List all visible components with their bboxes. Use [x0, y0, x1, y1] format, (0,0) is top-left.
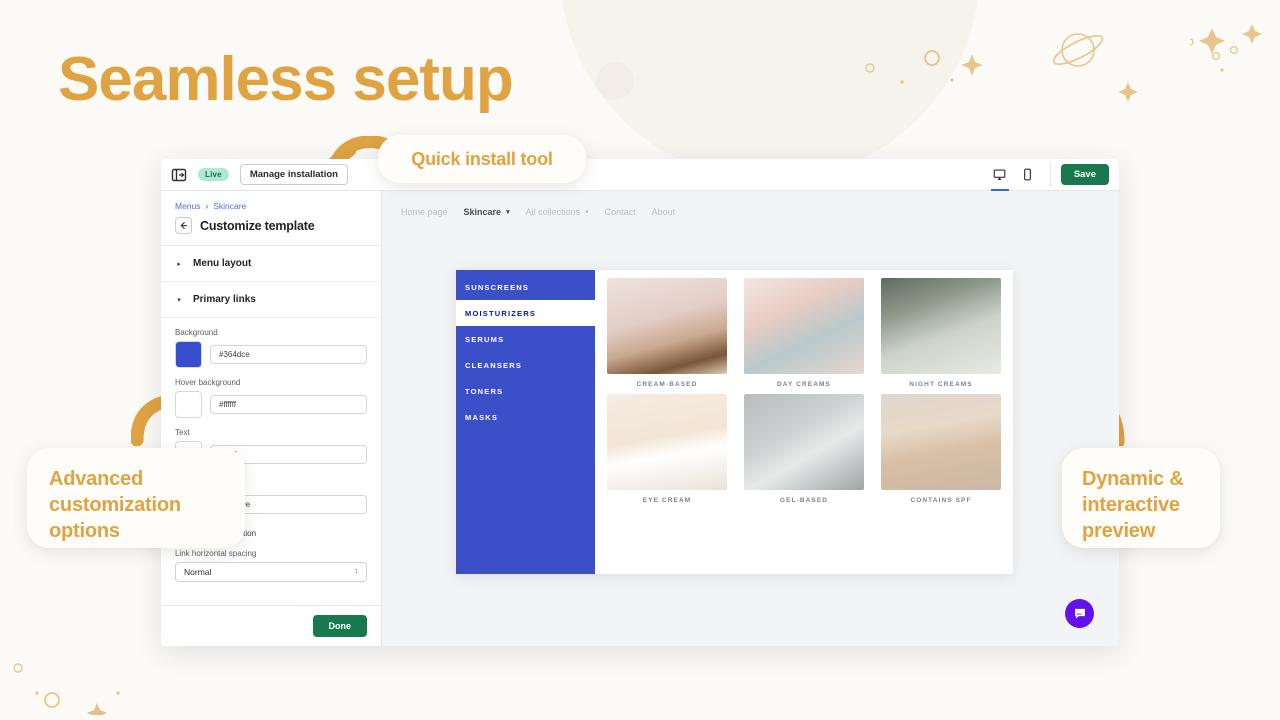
product-tile[interactable]: CONTAINS SPF — [881, 394, 1001, 504]
chevron-down-icon: ▾ — [177, 296, 181, 304]
product-tile[interactable]: GEL-BASED — [744, 394, 864, 504]
preview-nav-contact[interactable]: Contact — [605, 207, 636, 217]
section-primary-links[interactable]: ▾ Primary links — [161, 282, 381, 318]
star-decoration-bottom-left — [8, 655, 128, 715]
save-button[interactable]: Save — [1060, 164, 1109, 185]
config-panel: Menus › Skincare Customize template ▸ Me… — [161, 191, 382, 646]
star-decoration-group — [860, 40, 1160, 120]
callout-dynamic-preview: Dynamic & interactive preview — [1062, 448, 1220, 548]
breadcrumb-separator-icon: › — [205, 201, 209, 211]
section-menu-layout[interactable]: ▸ Menu layout — [161, 246, 381, 282]
hex-input-hover-background[interactable]: #ffffff — [210, 395, 367, 414]
product-label: NIGHT CREAMS — [909, 381, 973, 388]
status-badge-live: Live — [198, 168, 229, 181]
mega-menu-sidebar: SUNSCREENS MOISTURIZERS SERUMS CLEANSERS… — [456, 270, 595, 574]
product-label: GEL-BASED — [779, 497, 829, 504]
manage-installation-button[interactable]: Manage installation — [239, 164, 348, 185]
menu-item-masks[interactable]: MASKS — [456, 404, 595, 430]
preview-nav-home-page-label: Home page — [401, 207, 448, 217]
section-menu-layout-label: Menu layout — [193, 258, 252, 269]
hex-input-background[interactable]: #364dce — [210, 345, 367, 364]
page-root: Seamless setup Live Manage installation … — [0, 0, 1280, 720]
arrow-left-icon[interactable] — [175, 217, 192, 234]
preview-nav-home-page[interactable]: Home page — [401, 207, 448, 217]
product-thumbnail — [744, 394, 864, 490]
preview-nav-skincare[interactable]: Skincare ▾ — [464, 207, 510, 217]
planet-decoration — [1040, 22, 1120, 82]
mega-menu-grid: CREAM-BASED DAY CREAMS NIGHT CREAMS EYE … — [595, 270, 1013, 574]
panel-title: Customize template — [200, 218, 315, 233]
product-label: EYE CREAM — [642, 497, 692, 504]
chat-bubble-icon[interactable] — [1065, 599, 1094, 628]
app-topbar: Live Manage installation Save — [161, 159, 1119, 191]
panel-footer: Done — [161, 605, 381, 646]
panel-header: Customize template — [161, 213, 381, 246]
product-label: CONTAINS SPF — [910, 497, 972, 504]
callout-quick-install: Quick install tool — [378, 135, 586, 183]
preview-nav-about-label: About — [651, 207, 676, 217]
callout-advanced-customization: Advanced customization options — [27, 448, 245, 548]
breadcrumb-root[interactable]: Menus — [175, 201, 201, 211]
mobile-icon[interactable] — [1016, 163, 1040, 187]
field-link-spacing: Link horizontal spacing Normal ↕ — [175, 549, 367, 582]
product-tile[interactable]: EYE CREAM — [607, 394, 727, 504]
preview-nav-about[interactable]: About — [652, 207, 676, 217]
product-thumbnail — [744, 278, 864, 374]
product-thumbnail — [881, 394, 1001, 490]
product-tile[interactable]: DAY CREAMS — [744, 278, 864, 388]
preview-nav-skincare-label: Skincare — [463, 207, 502, 217]
field-hover-background: Hover background #ffffff — [175, 378, 367, 418]
product-thumbnail — [607, 278, 727, 374]
breadcrumb: Menus › Skincare — [161, 191, 381, 213]
preview-nav-contact-label: Contact — [604, 207, 636, 217]
product-thumbnail — [607, 394, 727, 490]
field-background-label: Background — [175, 328, 218, 337]
preview-nav-all-collections[interactable]: All collections ▾ — [526, 207, 589, 217]
preview-nav-all-collections-label: All collections — [525, 207, 581, 217]
breadcrumb-current[interactable]: Skincare — [213, 201, 246, 211]
desktop-icon[interactable] — [988, 163, 1012, 191]
star-cluster-decoration — [1190, 20, 1280, 90]
background-dot — [596, 62, 634, 100]
product-label: CREAM-BASED — [636, 381, 698, 388]
done-button[interactable]: Done — [312, 615, 367, 637]
mega-menu-dropdown: SUNSCREENS MOISTURIZERS SERUMS CLEANSERS… — [456, 270, 1013, 574]
product-label: DAY CREAMS — [777, 381, 831, 388]
link-spacing-value: Normal — [184, 567, 212, 577]
menu-item-moisturizers[interactable]: MOISTURIZERS — [456, 300, 595, 326]
field-link-spacing-label: Link horizontal spacing — [175, 549, 257, 558]
product-thumbnail — [881, 278, 1001, 374]
menu-item-toners[interactable]: TONERS — [456, 378, 595, 404]
panel-toggle-icon[interactable] — [171, 167, 187, 183]
chevron-updown-icon: ↕ — [354, 567, 359, 575]
menu-item-sunscreens[interactable]: SUNSCREENS — [456, 274, 595, 300]
chevron-right-icon: ▸ — [177, 260, 181, 268]
color-swatch-background[interactable] — [175, 341, 202, 368]
menu-item-cleansers[interactable]: CLEANSERS — [456, 352, 595, 378]
background-blob — [560, 0, 980, 180]
field-hover-background-label: Hover background — [175, 378, 241, 387]
menu-item-serums[interactable]: SERUMS — [456, 326, 595, 352]
link-spacing-select[interactable]: Normal ↕ — [175, 562, 367, 582]
preview-area: Home page Skincare ▾ All collections ▾ C… — [382, 191, 1119, 646]
field-background: Background #364dce — [175, 328, 367, 368]
product-tile[interactable]: CREAM-BASED — [607, 278, 727, 388]
field-text-label: Text — [175, 428, 190, 437]
chevron-down-icon: ▾ — [506, 209, 510, 216]
product-tile[interactable]: NIGHT CREAMS — [881, 278, 1001, 388]
color-swatch-hover-background[interactable] — [175, 391, 202, 418]
page-title: Seamless setup — [58, 45, 514, 114]
preview-navigation: Home page Skincare ▾ All collections ▾ C… — [382, 191, 1119, 217]
section-primary-links-label: Primary links — [193, 294, 256, 305]
chevron-down-icon: ▾ — [585, 209, 589, 216]
app-window: Live Manage installation Save Menus › Sk… — [161, 159, 1119, 646]
